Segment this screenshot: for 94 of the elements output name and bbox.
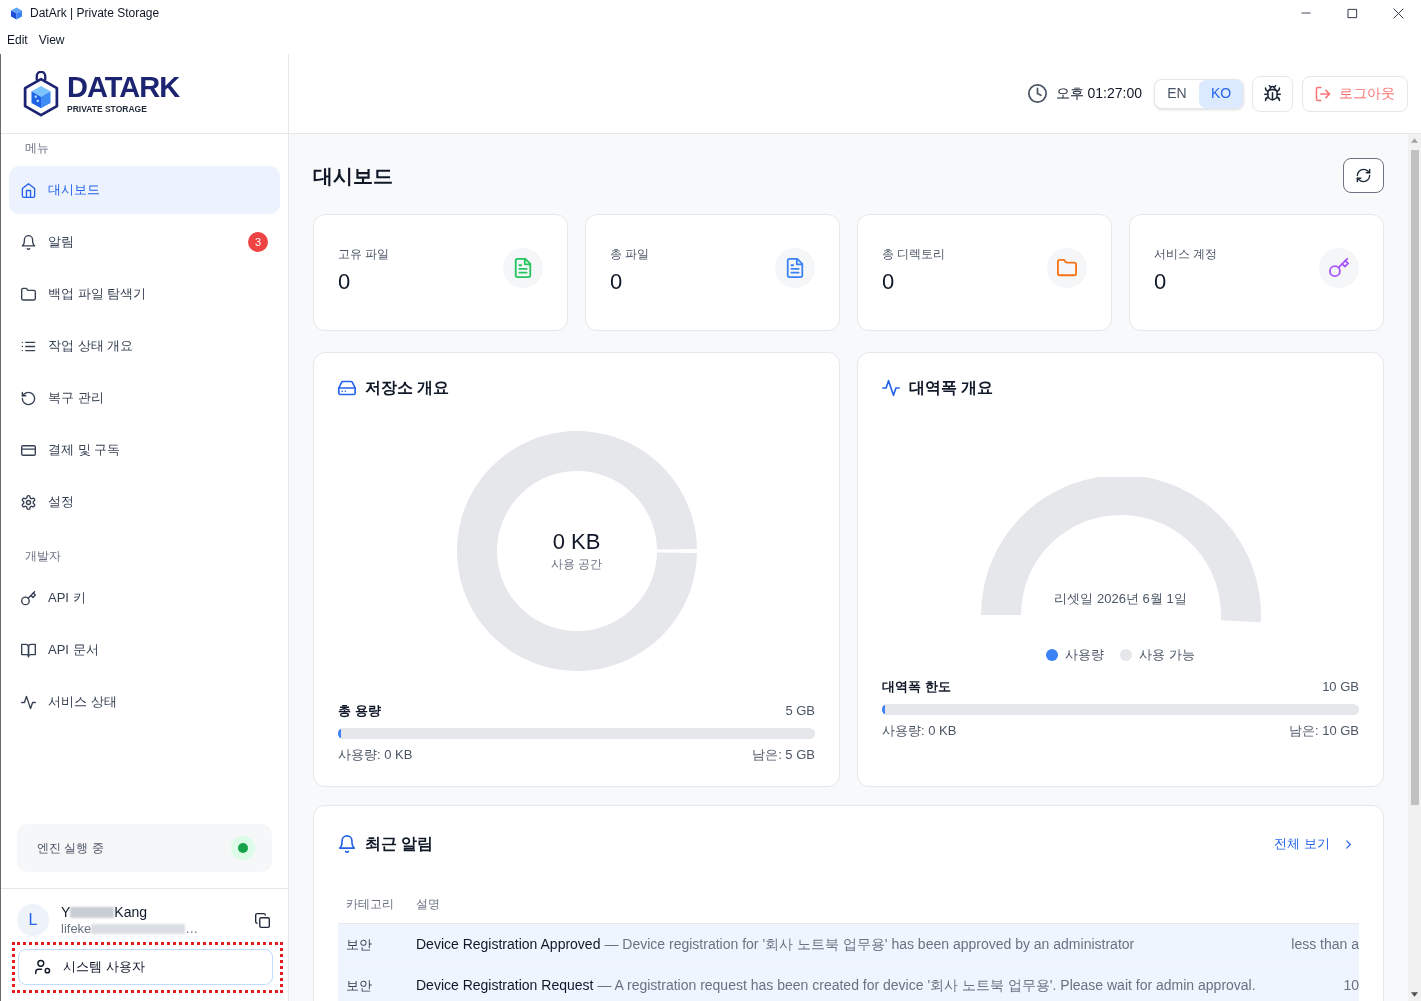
card-title: 최근 알림 xyxy=(365,834,434,854)
user-email-text: lifeke xyxy=(61,920,92,937)
activity-icon xyxy=(21,694,36,710)
refresh-button[interactable] xyxy=(1343,158,1384,193)
copy-icon xyxy=(254,912,270,928)
user-name-text: Kang xyxy=(114,903,148,921)
hard-drive-icon xyxy=(338,379,356,397)
language-tab[interactable]: KO xyxy=(1199,79,1243,108)
capacity-value: 5 GB xyxy=(785,702,815,721)
debug-button[interactable] xyxy=(1252,75,1293,112)
stat-value: 0 xyxy=(1154,268,1168,296)
settings-icon xyxy=(21,494,36,510)
language-tab[interactable]: EN xyxy=(1155,79,1199,108)
nav-item[interactable]: 설정 xyxy=(9,478,280,526)
legend-label: 사용 가능 xyxy=(1139,646,1195,665)
history-icon xyxy=(21,390,36,406)
stat-value: 0 xyxy=(882,268,896,296)
notification-count: 3 xyxy=(248,232,268,252)
credit-card-icon xyxy=(21,442,36,458)
nav-item[interactable]: 백업 파일 탐색기 xyxy=(9,270,280,318)
refresh-icon xyxy=(1356,168,1371,183)
menu-item[interactable]: View xyxy=(38,32,65,48)
gauge-caption: 리셋일 2026년 6월 1일 xyxy=(1054,590,1187,608)
caret-down-icon[interactable] xyxy=(1411,992,1418,997)
section-label: 메뉴 xyxy=(25,140,49,157)
nav-item[interactable]: 서비스 상태 xyxy=(9,678,280,726)
card-title: 저장소 개요 xyxy=(365,378,450,398)
alert-time: 10 xyxy=(1343,977,1359,993)
clock-icon xyxy=(1027,84,1047,103)
window-title: DatArk | Private Storage xyxy=(30,5,160,21)
nav-item[interactable]: 알림 3 xyxy=(9,218,280,266)
logo-tagline: PRIVATE STORAGE xyxy=(67,104,148,114)
used-amount: 사용량: 0 KB xyxy=(882,722,957,741)
system-user-button[interactable]: 시스템 사용자 xyxy=(18,949,273,985)
stat-label: 고유 파일 xyxy=(338,246,390,263)
activity-icon xyxy=(882,379,900,397)
folder-icon xyxy=(1047,248,1087,288)
book-icon xyxy=(21,642,36,658)
folder-icon xyxy=(21,286,36,302)
engine-status-text: 엔진 실행 중 xyxy=(37,840,104,857)
avatar: L xyxy=(17,904,49,936)
card-title: 대역폭 개요 xyxy=(909,378,994,398)
nav-item[interactable]: 대시보드 xyxy=(9,166,280,214)
category-cell: 보안 xyxy=(346,978,372,993)
nav-item[interactable]: 결제 및 구독 xyxy=(9,426,280,474)
close-icon xyxy=(1392,7,1404,19)
ring-caption: 사용 공간 xyxy=(550,556,603,573)
section-label: 개발자 xyxy=(25,548,61,565)
logout-icon xyxy=(1315,85,1331,102)
legend-label: 사용량 xyxy=(1065,646,1105,665)
alert-description: Device Registration Approved — Device registration for '회사 노트북 업무용' has been approved by an administrator xyxy=(416,936,1135,952)
scrollbar-thumb[interactable] xyxy=(1410,150,1419,805)
maximize-icon xyxy=(1346,7,1358,19)
nav-item[interactable]: 작업 상태 개요 xyxy=(9,322,280,370)
logo-wordmark: DATARK xyxy=(67,73,180,101)
redaction-blur xyxy=(70,906,115,918)
limit-label: 대역폭 한도 xyxy=(882,678,951,697)
view-all-link[interactable]: 전체 보기 xyxy=(1274,834,1355,854)
alert-time: less than a xyxy=(1291,936,1359,952)
stat-label: 총 파일 xyxy=(610,246,650,263)
bell-icon xyxy=(21,234,36,250)
nav-item[interactable]: 복구 관리 xyxy=(9,374,280,422)
remaining-amount: 남은: 5 GB xyxy=(752,746,815,765)
bug-icon xyxy=(1264,85,1281,102)
stat-label: 서비스 계정 xyxy=(1154,246,1218,263)
menu-item[interactable]: Edit xyxy=(7,32,28,48)
key-icon xyxy=(21,590,36,606)
clock-time: 오후 01:27:00 xyxy=(1055,84,1142,103)
used-amount: 사용량: 0 KB xyxy=(338,746,413,765)
stat-value: 0 xyxy=(338,268,352,296)
user-email-text: … xyxy=(185,920,199,937)
alert-description: Device Registration Request — A registration request has been created for device '회사 노트북 업무용'. Please wait for admin approval. xyxy=(416,977,1256,993)
column-header: 설명 xyxy=(416,896,440,911)
page-title: 대시보드 xyxy=(313,163,393,189)
key-icon xyxy=(1319,248,1359,288)
capacity-label: 총 용량 xyxy=(338,702,381,721)
category-cell: 보안 xyxy=(346,937,372,952)
bell-icon xyxy=(338,835,356,853)
ring-value: 0 KB xyxy=(552,529,601,555)
stat-value: 0 xyxy=(610,268,624,296)
limit-value: 10 GB xyxy=(1322,678,1359,697)
user-name-text: Y xyxy=(61,903,71,921)
logo-icon xyxy=(23,70,59,117)
document-icon xyxy=(775,248,815,288)
nav-item[interactable]: API 키 xyxy=(9,574,280,622)
copy-button[interactable] xyxy=(253,911,271,929)
column-header: 카테고리 xyxy=(346,896,394,911)
stat-label: 총 디렉토리 xyxy=(882,246,946,263)
user-icon xyxy=(35,959,51,975)
remaining-amount: 남은: 10 GB xyxy=(1288,722,1359,741)
home-icon xyxy=(21,182,36,198)
app-logo-icon xyxy=(11,6,22,20)
document-icon xyxy=(503,248,543,288)
nav-item[interactable]: API 문서 xyxy=(9,626,280,674)
